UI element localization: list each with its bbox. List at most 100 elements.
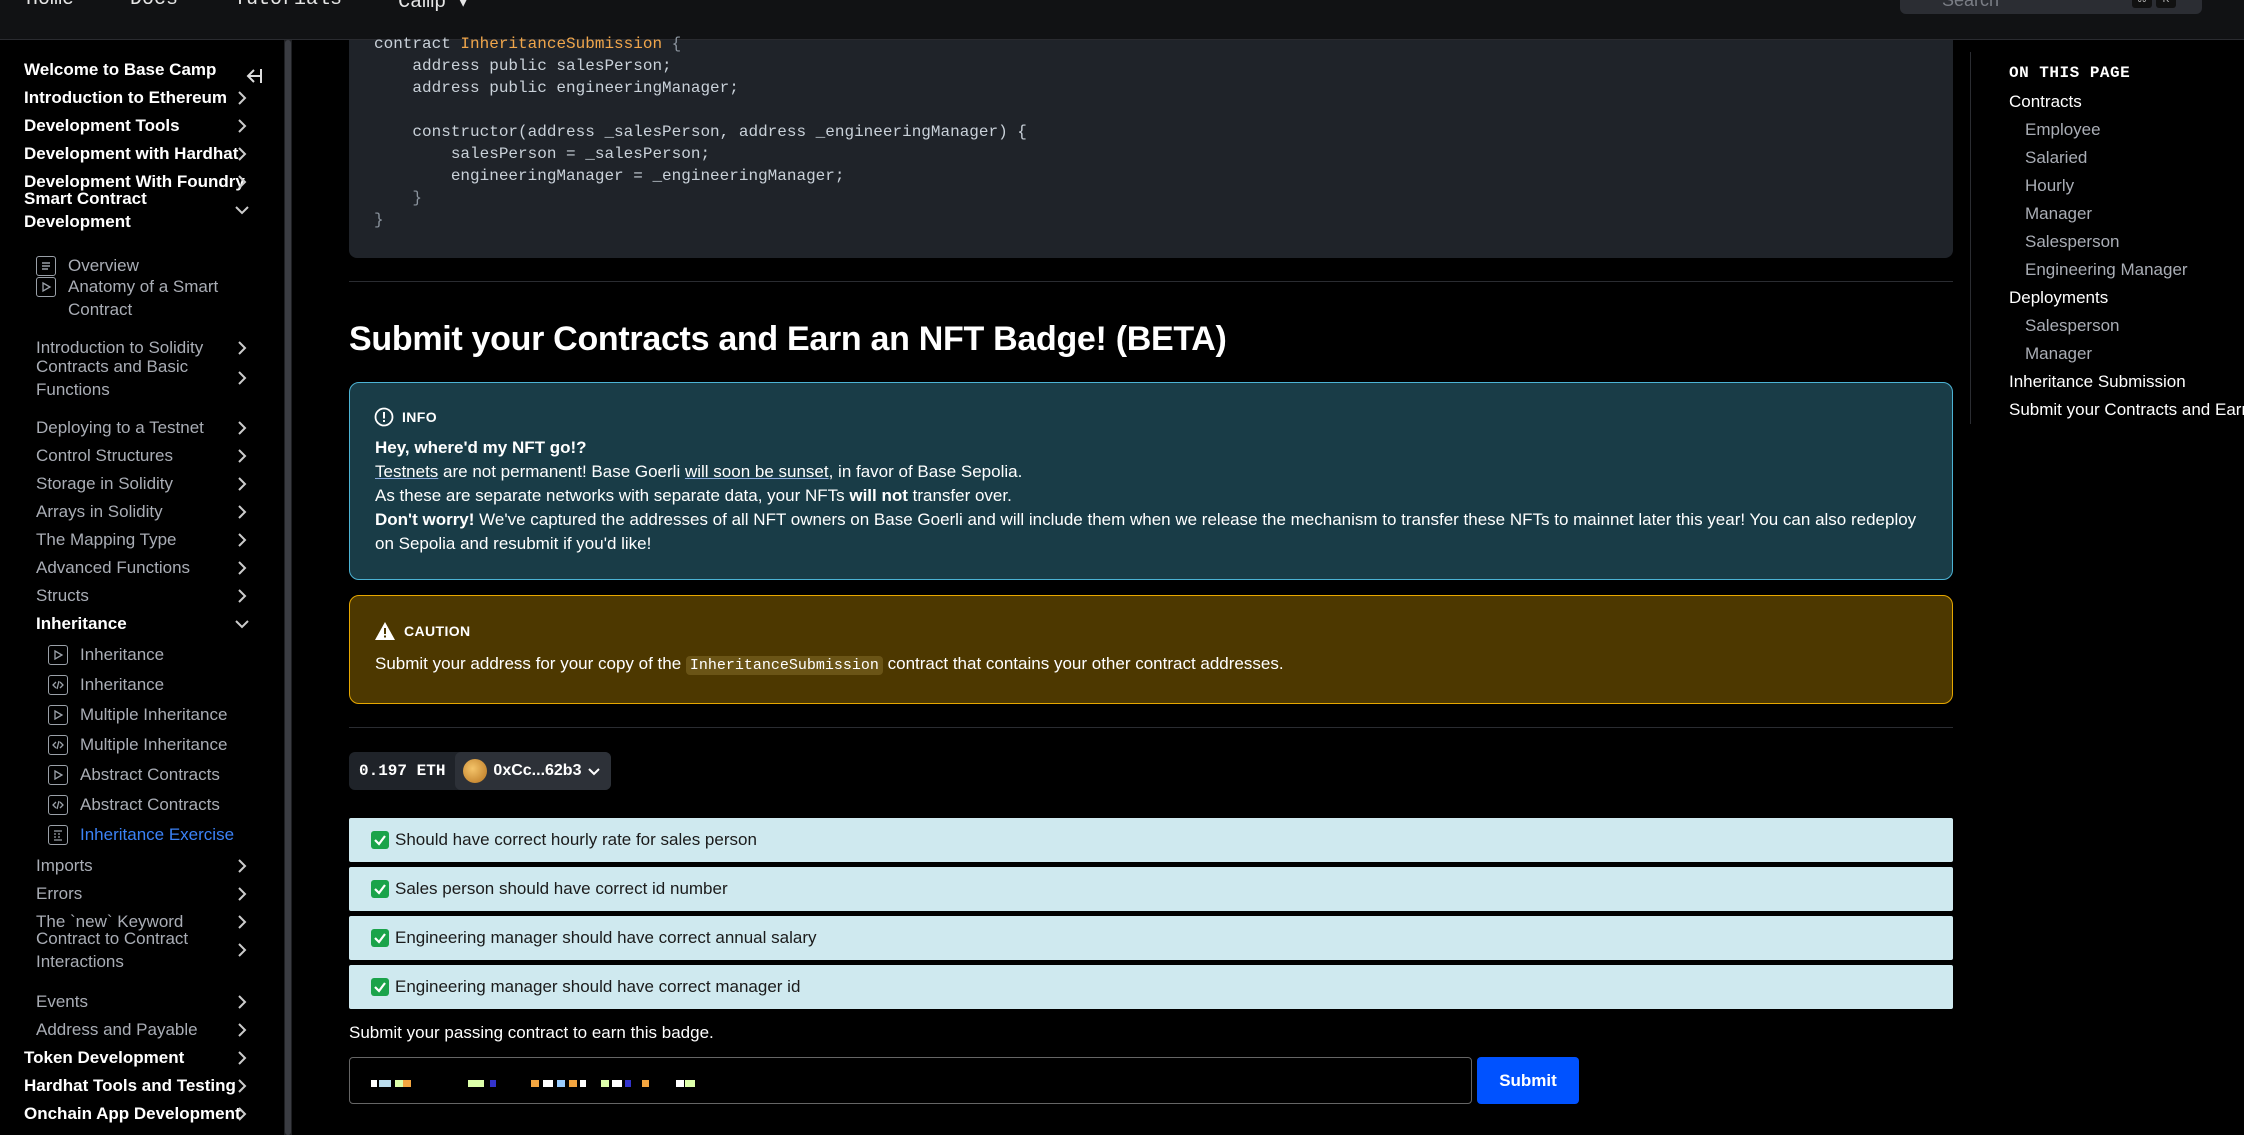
chevron-down-icon[interactable] xyxy=(232,614,252,634)
sidebar-item-label: Inheritance Exercise xyxy=(80,825,235,844)
code-line: contract InheritanceSubmission { xyxy=(374,35,682,53)
toc-item[interactable]: Engineering Manager xyxy=(2025,260,2188,280)
sidebar-item[interactable]: Structs xyxy=(36,584,89,607)
chevron-right-icon[interactable] xyxy=(232,530,252,550)
sidebar-item[interactable]: Hardhat Tools and Testing xyxy=(24,1074,236,1097)
nav-docs[interactable]: Docs xyxy=(130,0,178,14)
sidebar-item[interactable]: Advanced Functions xyxy=(36,556,190,579)
chevron-down-icon[interactable] xyxy=(232,200,252,220)
sidebar-item[interactable]: Imports xyxy=(36,854,93,877)
chevron-right-icon[interactable] xyxy=(232,338,252,358)
account-address: 0xCc...62b3 xyxy=(493,762,582,779)
sidebar-item[interactable]: Onchain App Development xyxy=(24,1102,241,1125)
chevron-right-icon[interactable] xyxy=(232,992,252,1012)
sidebar-item[interactable]: Token Development xyxy=(24,1046,184,1069)
chevron-right-icon[interactable] xyxy=(232,172,252,192)
caution-admonition: CAUTION Submit your address for your cop… xyxy=(349,595,1953,704)
sidebar-item-label: Abstract Contracts xyxy=(80,795,220,814)
chevron-right-icon[interactable] xyxy=(232,418,252,438)
chevron-right-icon[interactable] xyxy=(232,474,252,494)
submit-button[interactable]: Submit xyxy=(1477,1057,1579,1104)
sidebar-item-label: Token Development xyxy=(24,1048,185,1067)
code-line: engineeringManager = _engineeringManager… xyxy=(374,167,845,185)
code-line: salesPerson = _salesPerson; xyxy=(374,145,711,163)
chevron-right-icon[interactable] xyxy=(232,88,252,108)
collapse-sidebar-icon[interactable] xyxy=(243,66,265,88)
chevron-right-icon[interactable] xyxy=(232,1076,252,1096)
sidebar-item[interactable]: Deploying to a Testnet xyxy=(36,416,204,439)
sidebar-item[interactable]: Development Tools xyxy=(24,114,180,137)
sidebar-item-label: Onchain App Development xyxy=(24,1104,241,1123)
chevron-right-icon[interactable] xyxy=(232,368,252,388)
sidebar-item[interactable]: The Mapping Type xyxy=(36,528,177,551)
chevron-right-icon[interactable] xyxy=(232,1020,252,1040)
sidebar-item[interactable]: Multiple Inheritance xyxy=(80,733,227,756)
code-exercise-icon xyxy=(48,735,68,755)
toc-item[interactable]: Salaried xyxy=(2025,148,2087,168)
toc-item[interactable]: Submit your Contracts and Earn xyxy=(2009,400,2244,420)
account-button[interactable]: 0xCc...62b3 xyxy=(455,752,612,790)
chevron-right-icon[interactable] xyxy=(232,1104,252,1124)
sidebar-item[interactable]: Abstract Contracts xyxy=(80,793,220,816)
sidebar-scrollbar[interactable] xyxy=(284,40,292,1135)
sidebar-item[interactable]: Contract to Contract Interactions xyxy=(36,927,226,973)
sidebar-item[interactable]: Smart Contract Development xyxy=(24,187,184,233)
code-exercise-icon xyxy=(48,795,68,815)
chevron-right-icon[interactable] xyxy=(232,856,252,876)
sidebar-item[interactable]: Abstract Contracts xyxy=(80,763,220,786)
chevron-right-icon[interactable] xyxy=(232,940,252,960)
sidebar-item[interactable]: Introduction to Ethereum xyxy=(24,86,227,109)
toc-item[interactable]: Salesperson xyxy=(2025,316,2120,336)
sidebar-item[interactable]: Control Structures xyxy=(36,444,173,467)
sidebar-item[interactable]: Inheritance xyxy=(80,673,164,696)
contract-address-input[interactable] xyxy=(349,1057,1472,1104)
toc-item[interactable]: Inheritance Submission xyxy=(2009,372,2186,392)
sidebar-item[interactable]: Errors xyxy=(36,882,82,905)
sidebar-item[interactable]: Events xyxy=(36,990,88,1013)
chevron-right-icon[interactable] xyxy=(232,144,252,164)
chevron-right-icon[interactable] xyxy=(232,1048,252,1068)
chevron-right-icon[interactable] xyxy=(232,884,252,904)
chevron-right-icon[interactable] xyxy=(232,116,252,136)
nav-camp[interactable]: Camp ▾ xyxy=(398,0,468,14)
sidebar-item[interactable]: Welcome to Base Camp xyxy=(24,58,216,81)
nav-tutorials[interactable]: Tutorials xyxy=(234,0,342,14)
info-label: INFO xyxy=(402,409,438,425)
toc-item[interactable]: Deployments xyxy=(2009,288,2108,308)
sidebar-item[interactable]: Inheritance xyxy=(80,643,164,666)
sidebar-item[interactable]: Anatomy of a Smart Contract xyxy=(68,275,238,321)
sidebar-item[interactable]: Address and Payable xyxy=(36,1018,198,1041)
nav-home[interactable]: Home xyxy=(26,0,74,14)
test-result-label: Should have correct hourly rate for sale… xyxy=(395,830,757,849)
redacted-text-block xyxy=(395,1080,403,1087)
chevron-right-icon[interactable] xyxy=(232,502,252,522)
testnets-link[interactable]: Testnets xyxy=(375,462,438,481)
sunset-link[interactable]: will soon be sunset xyxy=(685,462,829,481)
chevron-right-icon[interactable] xyxy=(232,912,252,932)
toc-item[interactable]: Manager xyxy=(2025,204,2092,224)
sidebar-item-label: Welcome to Base Camp xyxy=(24,60,217,79)
sidebar-item[interactable]: Contracts and Basic Functions xyxy=(36,355,226,401)
toc-item[interactable]: Salesperson xyxy=(2025,232,2120,252)
sidebar-item[interactable]: Storage in Solidity xyxy=(36,472,173,495)
check-icon xyxy=(371,978,389,996)
chevron-right-icon[interactable] xyxy=(232,586,252,606)
sidebar-item[interactable]: Multiple Inheritance xyxy=(80,703,227,726)
info-admonition: INFO Hey, where'd my NFT go!? Testnets a… xyxy=(349,382,1953,580)
toc-item[interactable]: Manager xyxy=(2025,344,2092,364)
info-header: INFO xyxy=(374,407,437,427)
chevron-right-icon[interactable] xyxy=(232,446,252,466)
toc-item[interactable]: Hourly xyxy=(2025,176,2074,196)
sidebar-item[interactable]: Overview xyxy=(68,254,139,277)
scrollbar-thumb[interactable] xyxy=(285,40,291,1135)
sidebar-item[interactable]: Development with Hardhat xyxy=(24,142,238,165)
sidebar-item[interactable]: Inheritance Exercise xyxy=(80,823,234,846)
sidebar-item-label: Anatomy of a Smart Contract xyxy=(68,277,219,319)
chevron-right-icon[interactable] xyxy=(232,558,252,578)
toc-item[interactable]: Contracts xyxy=(2009,92,2082,112)
inline-code: InheritanceSubmission xyxy=(685,656,883,675)
toc-item[interactable]: Employee xyxy=(2025,120,2101,140)
search-input[interactable]: Search ⌘ K xyxy=(1900,0,2202,14)
sidebar-item[interactable]: Arrays in Solidity xyxy=(36,500,163,523)
sidebar-item[interactable]: Inheritance xyxy=(36,612,127,635)
